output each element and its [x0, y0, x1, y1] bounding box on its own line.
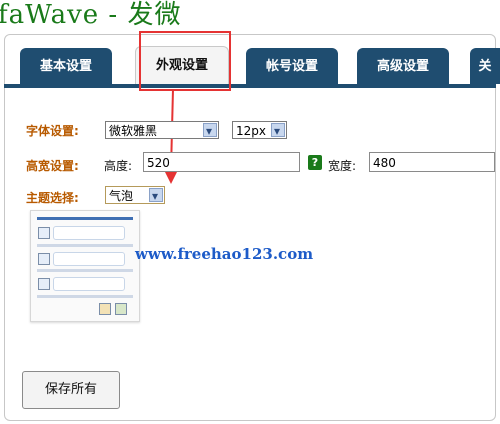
font-size-select[interactable]: 12px — [232, 121, 287, 140]
width-input[interactable]: 480 — [369, 152, 495, 172]
chevron-down-icon — [271, 122, 285, 140]
watermark-text: www.freehao123.com — [135, 245, 314, 263]
height-label: 高度: — [104, 159, 133, 173]
height-input[interactable]: 520 — [143, 152, 300, 172]
theme-select[interactable]: 气泡 — [105, 186, 165, 205]
help-icon[interactable]: ? — [308, 155, 322, 170]
dimensions-label: 高宽设置: — [26, 159, 79, 173]
chevron-down-icon — [203, 122, 217, 140]
save-all-button[interactable]: 保存所有 — [22, 371, 120, 409]
theme-value: 气泡 — [109, 189, 134, 203]
theme-preview-image — [30, 210, 140, 322]
font-size-value: 12px — [236, 124, 266, 138]
font-settings-label: 字体设置: — [26, 124, 79, 138]
theme-label: 主题选择: — [26, 191, 79, 205]
font-family-select[interactable]: 微软雅黑 — [105, 121, 219, 140]
chevron-down-icon — [149, 187, 163, 205]
width-label: 宽度: — [328, 159, 357, 173]
font-family-value: 微软雅黑 — [109, 124, 158, 138]
